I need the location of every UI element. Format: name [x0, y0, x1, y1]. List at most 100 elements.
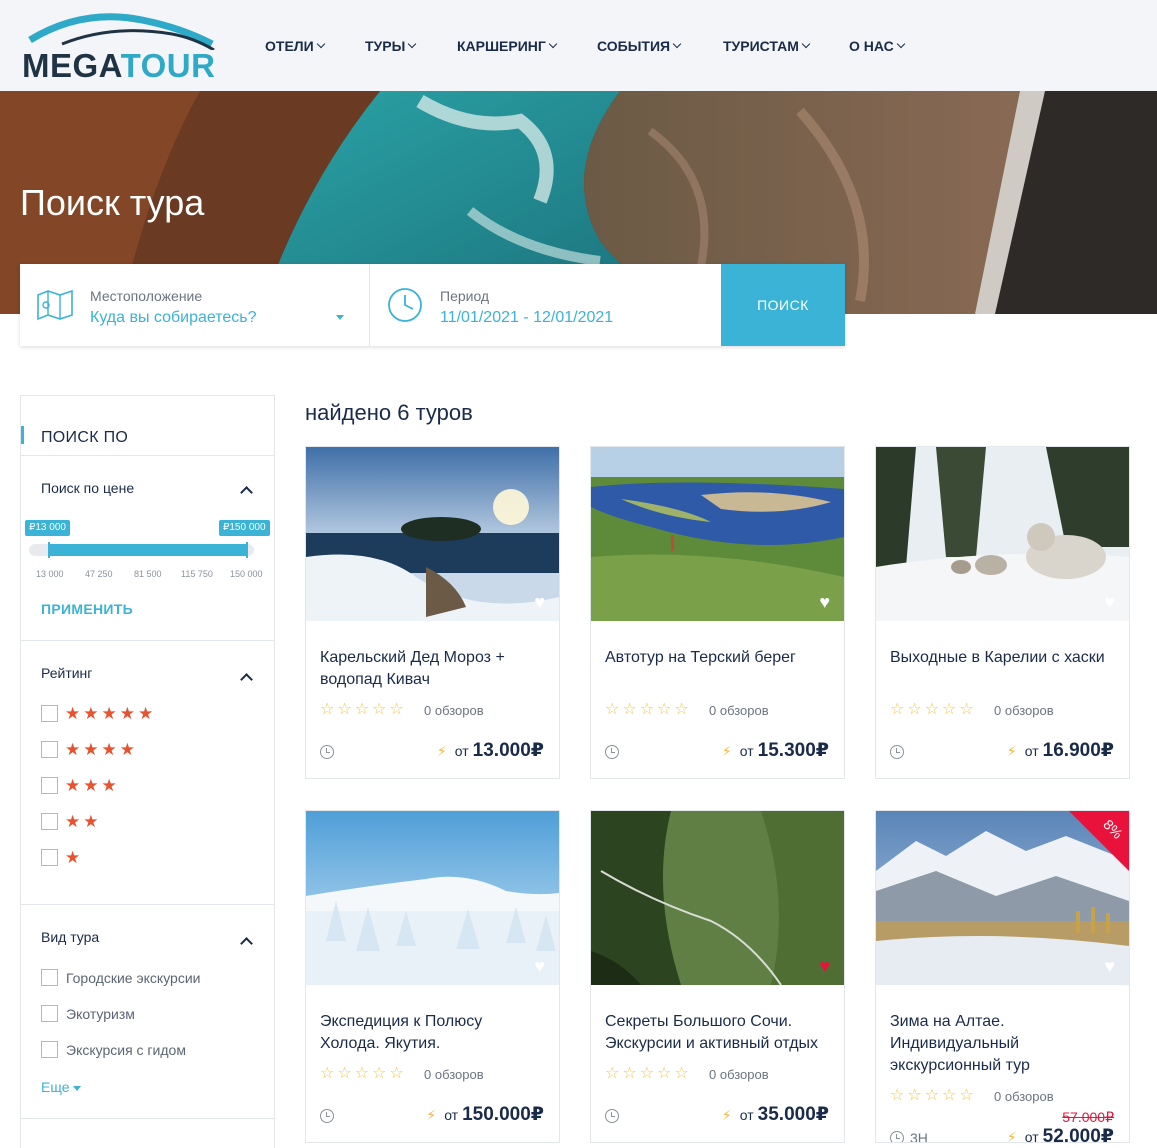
tour-title[interactable]: Карельский Дед Мороз + водопад Кивач	[320, 647, 545, 691]
nav-events-label: СОБЫТИЯ	[597, 38, 671, 54]
tour-price: 15.300₽	[757, 740, 829, 761]
logo-text: MEGATOUR	[22, 48, 215, 84]
tour-price: 13.000₽	[472, 740, 544, 761]
tour-type-checkbox[interactable]	[41, 1041, 58, 1058]
chevron-up-icon[interactable]	[240, 486, 253, 499]
nav-about-label: О НАС	[849, 38, 894, 54]
bolt-icon: ⚡	[1006, 1129, 1017, 1143]
discount-badge: 8%	[1069, 811, 1129, 871]
rating-2-stars: ★★	[65, 812, 102, 831]
nav-about[interactable]: О НАС	[849, 38, 906, 54]
rating-2-checkbox[interactable]	[41, 813, 58, 830]
location-field[interactable]: Местоположение Куда вы собираетесь?	[20, 264, 370, 346]
chevron-up-icon[interactable]	[240, 673, 253, 686]
price-from: от	[739, 1107, 754, 1123]
rating-1-checkbox[interactable]	[41, 849, 58, 866]
reviews-count: 0 обзоров	[994, 703, 1054, 718]
nav-events[interactable]: СОБЫТИЯ	[597, 38, 682, 54]
price-from: от	[739, 743, 754, 759]
tour-card[interactable]: ♥ Автотур на Терский берег ☆☆☆☆☆ 0 обзор…	[590, 446, 845, 779]
tour-card[interactable]: ♥ Экспедиция к Полюсу Холода. Якутия. ☆☆…	[305, 810, 560, 1143]
apply-price-button[interactable]: ПРИМЕНИТЬ	[41, 601, 133, 617]
price-row: ⚡ от 13.000₽	[437, 739, 544, 762]
nav-hotels[interactable]: ОТЕЛИ	[265, 38, 325, 54]
nav-tourists-label: ТУРИСТАМ	[723, 38, 799, 54]
megatour-logo[interactable]: MEGATOUR	[22, 10, 222, 84]
rating-4-stars: ★★★★	[65, 740, 138, 759]
divider	[21, 1118, 274, 1119]
rating-stars: ☆☆☆☆☆	[320, 1065, 407, 1082]
tour-title[interactable]: Зима на Алтае. Индивидуальный экскурсион…	[890, 1011, 1115, 1077]
rating-stars: ☆☆☆☆☆	[320, 701, 407, 718]
tour-image[interactable]	[591, 447, 844, 621]
rating-3-checkbox[interactable]	[41, 777, 58, 794]
tour-type-checkbox[interactable]	[41, 1005, 58, 1022]
tour-image[interactable]	[306, 811, 559, 985]
tour-type-label: Экскурсия с гидом	[66, 1042, 186, 1058]
nav-tours[interactable]: ТУРЫ	[365, 38, 417, 54]
tour-type-label: Городские экскурсии	[66, 970, 201, 986]
clock-icon	[388, 288, 422, 322]
favorite-heart-icon[interactable]: ♥	[819, 957, 830, 975]
favorite-heart-icon[interactable]: ♥	[819, 593, 830, 611]
favorite-heart-icon[interactable]: ♥	[534, 593, 545, 611]
chevron-down-icon	[672, 39, 682, 49]
tour-title[interactable]: Выходные в Карелии с хаски	[890, 647, 1115, 669]
price-slider-range	[49, 544, 247, 556]
clock-icon	[890, 745, 904, 759]
sidebar-header: ПОИСК ПО	[21, 396, 274, 456]
favorite-heart-icon[interactable]: ♥	[1104, 593, 1115, 611]
price-tick: 81 500	[134, 569, 162, 579]
bolt-icon: ⚡	[426, 1107, 437, 1123]
period-value: 11/01/2021 - 12/01/2021	[440, 309, 614, 326]
period-field[interactable]: Период 11/01/2021 - 12/01/2021	[370, 264, 721, 346]
tour-card[interactable]: ♥ Карельский Дед Мороз + водопад Кивач ☆…	[305, 446, 560, 779]
tour-price: 16.900₽	[1042, 740, 1114, 761]
logo-wave-icon	[28, 13, 215, 50]
price-row: ⚡ от 52.000₽	[1006, 1125, 1114, 1143]
nav-tourists[interactable]: ТУРИСТАМ	[723, 38, 811, 54]
rating-5-checkbox[interactable]	[41, 705, 58, 722]
rating-stars: ☆☆☆☆☆	[605, 1065, 692, 1082]
page-title: Поиск тура	[20, 182, 205, 223]
tour-card[interactable]: 8% ♥ Зима на Алтае. Индивидуальный экску…	[875, 810, 1130, 1143]
reviews-count: 0 обзоров	[709, 703, 769, 718]
bolt-icon: ⚡	[436, 743, 447, 759]
chevron-down-icon	[548, 39, 558, 49]
tour-price: 150.000₽	[462, 1104, 544, 1125]
tour-type-checkbox[interactable]	[41, 969, 58, 986]
reviews-count: 0 обзоров	[424, 703, 484, 718]
price-slider-min-handle[interactable]	[48, 542, 50, 558]
badge-ribbon	[1069, 811, 1129, 871]
tour-image[interactable]	[591, 811, 844, 985]
rating-stars: ☆☆☆☆☆	[890, 701, 977, 718]
location-value: Куда вы собираетесь?	[90, 309, 257, 326]
price-slider-max-handle[interactable]	[246, 542, 248, 558]
nav-hotels-label: ОТЕЛИ	[265, 38, 314, 54]
tour-card[interactable]: ♥ Секреты Большого Сочи. Экскурсии и акт…	[590, 810, 845, 1143]
tour-title[interactable]: Автотур на Терский берег	[605, 647, 830, 669]
nav-carsharing[interactable]: КАРШЕРИНГ	[457, 38, 558, 54]
tour-title[interactable]: Экспедиция к Полюсу Холода. Якутия.	[320, 1011, 545, 1055]
tour-image[interactable]	[306, 447, 559, 621]
tour-duration: 3Н	[910, 1130, 928, 1143]
tour-card[interactable]: ♥ Выходные в Карелии с хаски ☆☆☆☆☆ 0 обз…	[875, 446, 1130, 779]
tour-image[interactable]	[876, 447, 1129, 621]
rating-4-checkbox[interactable]	[41, 741, 58, 758]
search-button[interactable]: ПОИСК	[721, 264, 845, 346]
chevron-up-icon[interactable]	[240, 937, 253, 950]
price-from: от	[454, 743, 469, 759]
tour-type-label: Экотуризм	[66, 1006, 135, 1022]
sidebar-accent-bar	[21, 426, 24, 444]
clock-icon	[605, 1109, 619, 1123]
favorite-heart-icon[interactable]: ♥	[534, 957, 545, 975]
favorite-heart-icon[interactable]: ♥	[1104, 957, 1115, 975]
bolt-icon: ⚡	[721, 1107, 732, 1123]
tour-title[interactable]: Секреты Большого Сочи. Экскурсии и актив…	[605, 1011, 830, 1055]
chevron-down-icon	[801, 39, 811, 49]
tour-type-filter-title: Вид тура	[41, 929, 100, 945]
period-label: Период	[440, 288, 490, 304]
reviews-count: 0 обзоров	[424, 1067, 484, 1082]
show-more-link[interactable]: Еще	[41, 1079, 81, 1095]
dropdown-caret-icon	[336, 315, 344, 320]
